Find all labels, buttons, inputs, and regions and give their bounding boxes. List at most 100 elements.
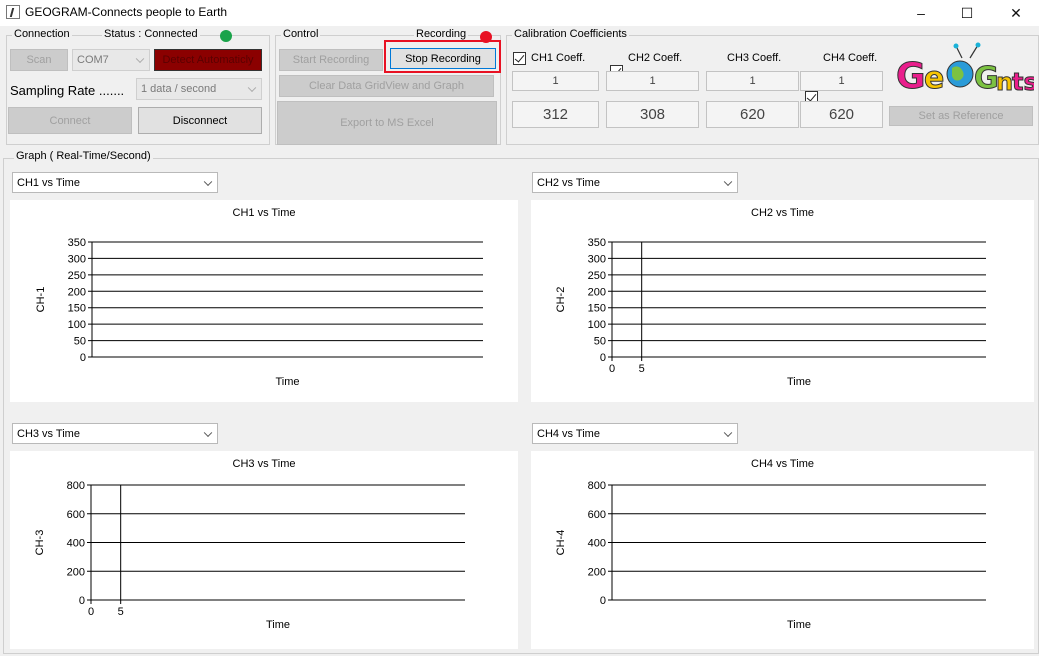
window-title: GEOGRAM-Connects people to Earth [25, 5, 228, 19]
chart-2-ytick: 250 [588, 270, 606, 282]
ch4-coeff-label: CH4 Coeff. [823, 52, 878, 64]
minimize-button[interactable]: – [898, 0, 944, 26]
chart-2-ytick: 350 [588, 237, 606, 249]
chart-1-ytick: 50 [74, 336, 86, 348]
ch3-coeff-label: CH3 Coeff. [727, 52, 782, 64]
chart-1-ylabel: CH-1 [35, 287, 47, 313]
svg-text:n: n [996, 68, 1013, 96]
maximize-button[interactable]: ☐ [944, 0, 990, 26]
clear-data-button[interactable]: Clear Data GridView and Graph [279, 75, 494, 97]
chart-1-ytick: 200 [68, 286, 86, 298]
connection-group-label: Connection [12, 28, 72, 40]
chart-3-ytick: 400 [67, 538, 85, 550]
svg-text:e: e [924, 61, 944, 96]
start-recording-button[interactable]: Start Recording [279, 49, 383, 71]
chart-3-ytick: 600 [67, 509, 85, 521]
ch1-coeff-label: CH1 Coeff. [531, 52, 586, 64]
chart-2-ytick: 200 [588, 286, 606, 298]
ch1-reading-field: 312 [512, 101, 599, 128]
close-button[interactable]: ✕ [993, 0, 1039, 26]
ch3-coeff-field[interactable]: 1 [706, 71, 799, 91]
chart-2-xlabel: Time [787, 376, 811, 388]
chart-4-ytick: 200 [588, 566, 606, 578]
chart-4-ytick: 0 [600, 595, 606, 607]
connection-status-label: Status : Connected [102, 28, 200, 40]
chart-2-ylabel: CH-2 [555, 287, 567, 313]
chart-4-ytick: 600 [588, 509, 606, 521]
disconnect-button[interactable]: Disconnect [138, 107, 262, 134]
ch1-graph-select-value: CH1 vs Time [17, 176, 80, 189]
svg-text:ts: ts [1012, 68, 1034, 96]
ch2-chart-panel: CH2 vs Time0501001502002503003500512:00:… [531, 200, 1034, 402]
chevron-down-icon [247, 83, 257, 93]
chart-4-ylabel: CH-4 [555, 530, 567, 556]
chart-4-ytick: 800 [588, 480, 606, 492]
sampling-rate-label: Sampling Rate ....... [10, 83, 125, 98]
scan-button[interactable]: Scan [10, 49, 68, 71]
export-excel-button[interactable]: Export to MS Excel [277, 101, 497, 145]
chart-2-ytick: 100 [588, 319, 606, 331]
ch3-graph-select-value: CH3 vs Time [17, 427, 80, 440]
svg-text:G: G [896, 56, 926, 97]
ch4-chart: CH4 vs Time020040060080012:00:43 AM12:00… [555, 458, 986, 631]
chart-3-ylabel: CH-3 [34, 530, 46, 556]
chart-2-xtick: 0 [609, 363, 615, 375]
connect-button[interactable]: Connect [8, 107, 132, 134]
ch1-graph-select[interactable]: CH1 vs Time [12, 172, 218, 193]
chart-1-xlabel: Time [275, 376, 299, 388]
chart-3-xtick: 5 [118, 606, 124, 618]
port-select[interactable]: COM7 [72, 49, 150, 71]
ch3-graph-select[interactable]: CH3 vs Time [12, 423, 218, 444]
ch1-coeff-field[interactable]: 1 [512, 71, 599, 91]
ch1-coeff-checkbox[interactable] [513, 52, 526, 65]
ch4-chart-panel: CH4 vs Time020040060080012:00:43 AM12:00… [531, 451, 1034, 649]
stop-recording-button[interactable]: Stop Recording [390, 48, 496, 69]
chart-1-ytick: 350 [68, 237, 86, 249]
ch2-coeff-field[interactable]: 1 [606, 71, 699, 91]
ch3-chart-panel: CH3 vs Time02004006008000512:00:48 AM12:… [10, 451, 518, 649]
chart-4-ytick: 400 [588, 538, 606, 550]
sampling-rate-select[interactable]: 1 data / second [136, 78, 262, 100]
chart-3-title: CH3 vs Time [233, 458, 296, 470]
title-bar: GEOGRAM-Connects people to Earth – ☐ ✕ [0, 0, 1039, 26]
chart-1-ytick: 0 [80, 352, 86, 364]
ch2-reading-field: 308 [606, 101, 699, 128]
ch1-chart: CH1 vs Time05010015020025030035012:00:43… [35, 207, 483, 388]
ch4-graph-select[interactable]: CH4 vs Time [532, 423, 738, 444]
port-select-value: COM7 [77, 54, 109, 66]
calibration-group-label: Calibration Coefficients [512, 28, 629, 40]
recording-label: Recording [414, 28, 469, 40]
chart-1-ytick: 300 [68, 253, 86, 265]
chart-1-ytick: 100 [68, 319, 86, 331]
chart-3-ytick: 800 [67, 480, 85, 492]
ch2-graph-select[interactable]: CH2 vs Time [532, 172, 738, 193]
ch2-coeff-label: CH2 Coeff. [628, 52, 683, 64]
control-group-label: Control [281, 28, 321, 40]
chart-2-ytick: 300 [588, 253, 606, 265]
chart-4-title: CH4 vs Time [751, 458, 814, 470]
geogram-logo: G e G n ts [888, 40, 1038, 98]
app-icon [6, 5, 20, 19]
chart-2-ytick: 0 [600, 352, 606, 364]
chevron-down-icon [723, 177, 733, 186]
ch3-reading-field: 620 [706, 101, 799, 128]
ch3-chart: CH3 vs Time02004006008000512:00:48 AM12:… [34, 458, 465, 631]
chart-2-ytick: 50 [594, 336, 606, 348]
detect-automatically-button[interactable]: Detect Automaticly [154, 49, 262, 71]
chart-4-xlabel: Time [787, 619, 811, 631]
chart-1-ytick: 250 [68, 270, 86, 282]
chart-3-ytick: 0 [79, 595, 85, 607]
chart-2-title: CH2 vs Time [751, 207, 814, 219]
chart-1-ytick: 150 [68, 303, 86, 315]
svg-text:G: G [974, 61, 999, 96]
ch2-graph-select-value: CH2 vs Time [537, 176, 600, 189]
connection-status-indicator [220, 30, 232, 42]
ch4-graph-select-value: CH4 vs Time [537, 427, 600, 440]
chevron-down-icon [723, 428, 733, 437]
chart-2-xtick: 5 [639, 363, 645, 375]
set-reference-button[interactable]: Set as Reference [889, 106, 1033, 126]
ch2-chart: CH2 vs Time0501001502002503003500512:00:… [555, 207, 986, 388]
graph-group-label: Graph ( Real-Time/Second) [14, 150, 153, 162]
ch4-coeff-field[interactable]: 1 [800, 71, 883, 91]
chart-3-xtick: 0 [88, 606, 94, 618]
